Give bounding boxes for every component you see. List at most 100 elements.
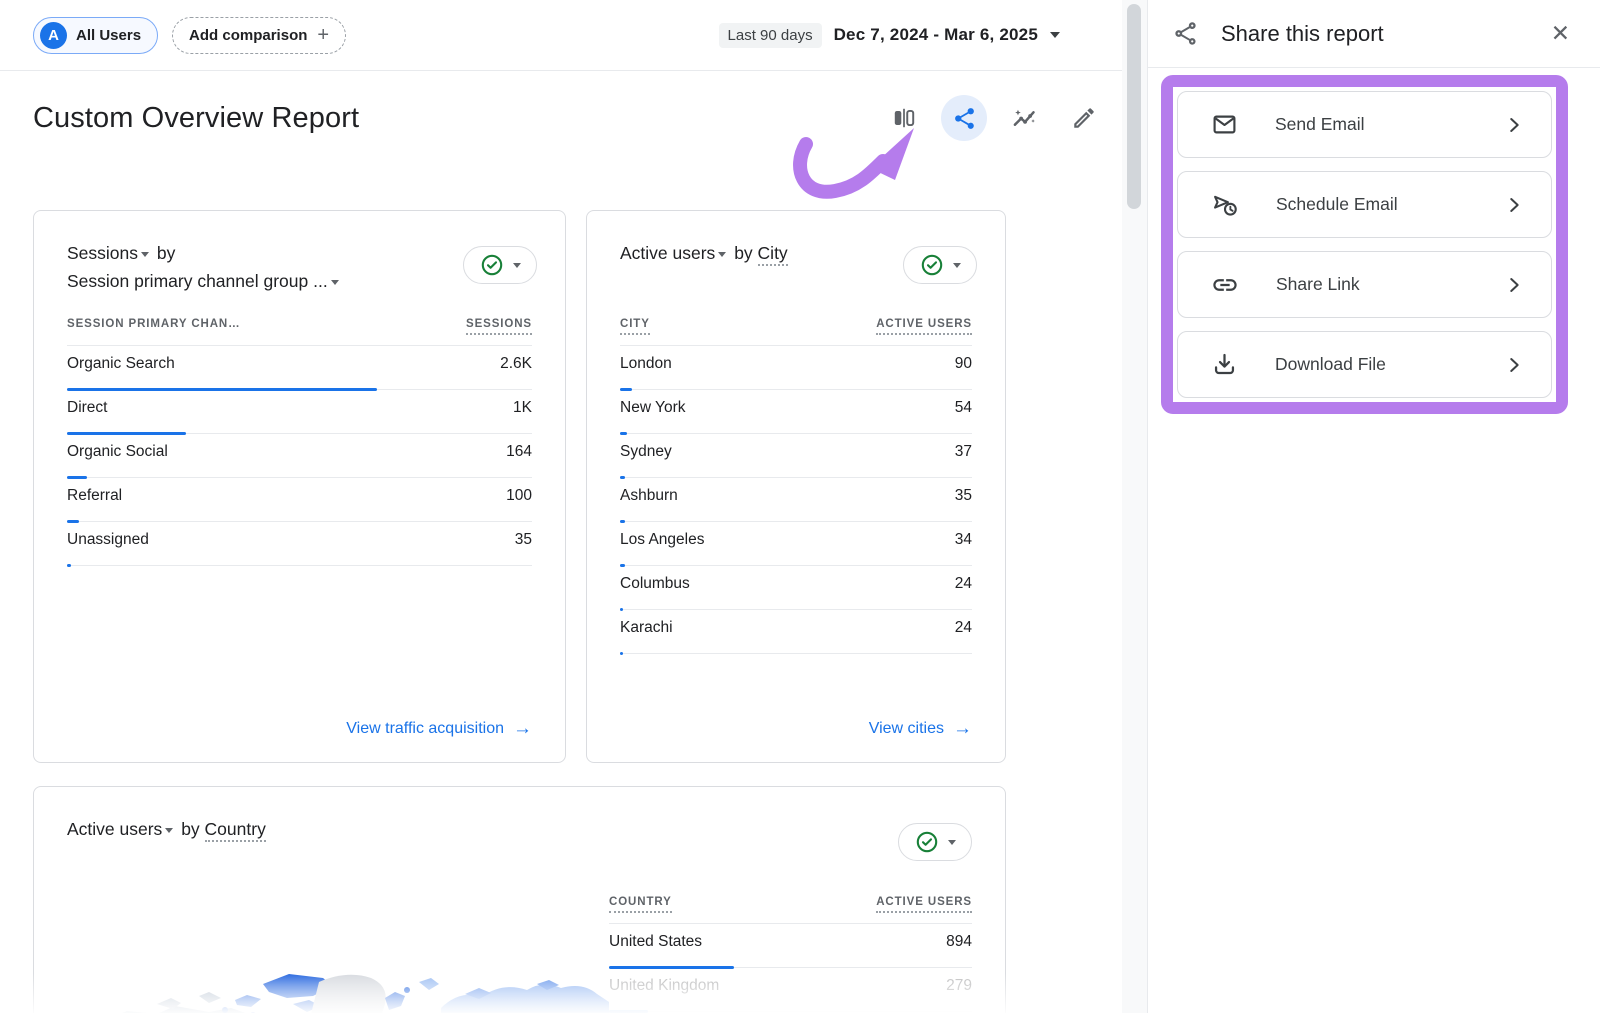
date-range-picker[interactable]: Last 90 days Dec 7, 2024 - Mar 6, 2025 [719,23,1060,48]
metric-selector[interactable]: Active users [67,819,162,839]
row-label: New York [620,399,685,417]
share-panel-header: Share this report ✕ [1148,0,1600,68]
row-value: 279 [946,977,972,995]
row-value: 164 [506,443,532,461]
row-label: Karachi [620,619,673,637]
option-label: Download File [1275,354,1386,375]
check-circle-icon [480,253,504,277]
check-circle-icon [915,830,939,854]
table-row: New York 54 [620,390,972,434]
send-email-option[interactable]: Send Email [1177,91,1552,158]
data-quality-pill[interactable] [903,246,977,284]
arrow-right-icon: → [513,718,532,740]
row-value: 90 [955,355,972,373]
scrollbar-track [1122,0,1147,1013]
row-value: 54 [955,399,972,417]
schedule-email-option[interactable]: Schedule Email [1177,171,1552,238]
world-map [67,882,609,1013]
column-header-dimension[interactable]: CITY [620,318,650,335]
countries-card: Active users by Country [33,786,1006,1013]
share-panel: Share this report ✕ Send Email [1147,0,1600,1013]
dimension-selector[interactable]: Country [205,819,266,842]
page-title: Custom Overview Report [33,102,359,135]
email-icon [1211,111,1238,138]
table-row: Los Angeles 34 [620,522,972,566]
column-header-metric[interactable]: ACTIVE USERS [876,318,972,335]
caret-down-icon [953,263,961,268]
table-row: Organic Search 2.6K [67,346,532,390]
edit-button[interactable] [1061,95,1107,141]
row-label: Organic Search [67,355,175,373]
add-comparison-label: Add comparison [189,27,307,44]
column-header-dimension[interactable]: COUNTRY [609,896,672,913]
row-divider [609,1011,972,1012]
share-button[interactable] [941,95,987,141]
row-bar [67,564,71,567]
all-users-chip[interactable]: A All Users [33,17,158,54]
dimension-selector[interactable]: Session primary channel group ... [67,271,328,291]
chevron-right-icon [1503,274,1525,296]
row-value: 35 [515,531,532,549]
column-header-dimension[interactable]: SESSION PRIMARY CHAN… [67,318,241,335]
table-row: Ashburn 35 [620,478,972,522]
cities-table-body: London 90 New York 54 [620,346,972,654]
all-users-avatar: A [40,22,67,49]
link-icon [1211,271,1239,299]
caret-down-icon[interactable] [718,252,726,257]
table-row: Organic Social 164 [67,434,532,478]
row-value: 37 [955,443,972,461]
countries-table-body: United States 894 United Kingdom [609,924,972,1012]
caret-down-icon[interactable] [165,828,173,833]
row-label: Unassigned [67,531,149,549]
row-label: London [620,355,672,373]
option-label: Schedule Email [1276,194,1398,215]
chevron-right-icon [1503,194,1525,216]
row-value: 894 [946,933,972,951]
title-by: by [734,243,752,263]
column-header-metric[interactable]: SESSIONS [466,318,532,335]
add-comparison-chip[interactable]: Add comparison + [172,17,346,54]
main-content: A All Users Add comparison + Last 90 day… [0,0,1122,1013]
table-row: Sydney 37 [620,434,972,478]
caret-down-icon[interactable] [331,280,339,285]
share-link-option[interactable]: Share Link [1177,251,1552,318]
comparison-toggle-button[interactable] [881,95,927,141]
metric-selector[interactable]: Active users [620,243,715,263]
close-icon: ✕ [1551,20,1570,46]
row-divider [67,565,532,566]
dimension-selector[interactable]: City [758,243,788,266]
column-header-metric[interactable]: ACTIVE USERS [876,896,972,913]
close-button[interactable]: ✕ [1547,18,1574,49]
row-value: 35 [955,487,972,505]
table-row: Columbus 24 [620,566,972,610]
metric-selector[interactable]: Sessions [67,243,138,263]
row-bar [620,652,623,655]
row-label: United States [609,933,702,951]
title-by: by [157,243,175,263]
row-value: 24 [955,619,972,637]
data-quality-pill[interactable] [463,246,537,284]
option-label: Share Link [1276,274,1360,295]
check-circle-icon [920,253,944,277]
countries-table-header: COUNTRY ACTIVE USERS [609,896,972,924]
download-file-option[interactable]: Download File [1177,331,1552,398]
insights-button[interactable] [1001,95,1047,141]
all-users-label: All Users [76,27,141,44]
table-row: Karachi 24 [620,610,972,654]
data-quality-pill[interactable] [898,823,972,861]
share-icon [1172,20,1199,47]
table-row: Direct 1K [67,390,532,434]
view-traffic-acquisition-link[interactable]: View traffic acquisition → [346,718,532,740]
chevron-right-icon [1503,354,1525,376]
ga-report-screen: A All Users Add comparison + Last 90 day… [0,0,1600,1013]
row-label: Referral [67,487,122,505]
caret-down-icon [948,840,956,845]
caret-down-icon[interactable] [141,252,149,257]
view-link-label: View cities [869,720,944,738]
view-cities-link[interactable]: View cities → [869,718,972,740]
row-label: Columbus [620,575,690,593]
row-value: 100 [506,487,532,505]
table-row: United States 894 [609,924,972,968]
scrollbar-thumb[interactable] [1127,4,1141,209]
countries-card-title: Active users by Country [67,815,972,872]
